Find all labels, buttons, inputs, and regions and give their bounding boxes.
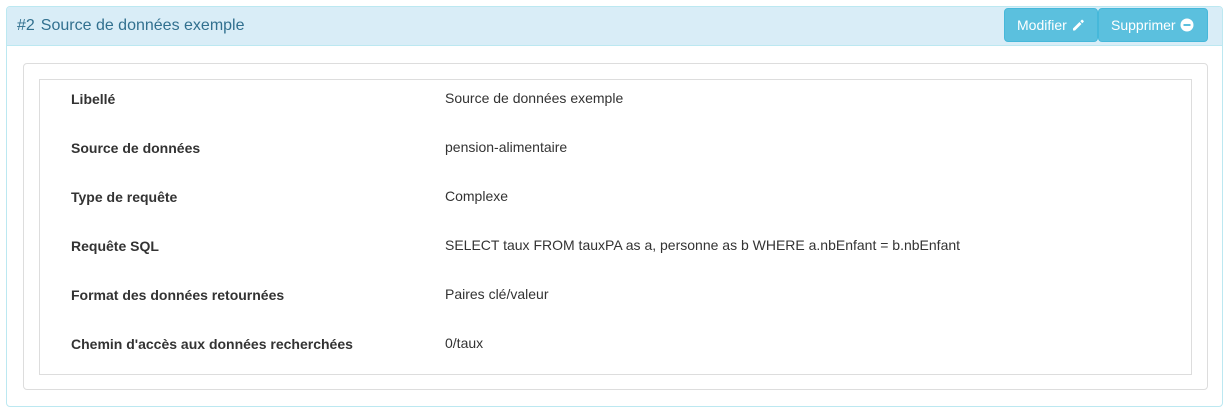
field-value: Paires clé/valeur bbox=[445, 286, 549, 302]
field-label: Libellé bbox=[71, 91, 116, 107]
delete-button[interactable]: Supprimer bbox=[1098, 8, 1208, 42]
field-label: Source de données bbox=[71, 140, 201, 156]
field-value: 0/taux bbox=[445, 335, 484, 351]
panel-body: Libellé Source de données exemple Source… bbox=[23, 63, 1208, 390]
pencil-icon bbox=[1071, 18, 1085, 32]
field-value: pension-alimentaire bbox=[445, 139, 568, 155]
field-label: Chemin d'accès aux données recherchées bbox=[71, 336, 353, 352]
detail-row-path: Chemin d'accès aux données recherchées 0… bbox=[40, 325, 1191, 374]
detail-row-source: Source de données pension-alimentaire bbox=[40, 129, 1191, 178]
datasource-title: Source de données exemple bbox=[40, 17, 245, 34]
panel-title: #2 Source de données exemple bbox=[17, 17, 245, 35]
field-label: Requête SQL bbox=[71, 238, 159, 254]
details-table: Libellé Source de données exemple Source… bbox=[39, 79, 1192, 375]
minus-circle-icon bbox=[1180, 18, 1194, 32]
detail-row-libelle: Libellé Source de données exemple bbox=[40, 80, 1191, 129]
edit-button-label: Modifier bbox=[1017, 17, 1067, 33]
field-value: SELECT taux FROM tauxPA as a, personne a… bbox=[445, 237, 961, 253]
detail-row-format: Format des données retournées Paires clé… bbox=[40, 276, 1191, 325]
datasource-number: #2 bbox=[17, 17, 35, 34]
field-label: Type de requête bbox=[71, 189, 178, 205]
panel-heading: #2 Source de données exemple Modifier Sup… bbox=[7, 7, 1222, 46]
datasource-panel: #2 Source de données exemple Modifier Sup… bbox=[6, 6, 1223, 407]
field-value: Source de données exemple bbox=[445, 90, 624, 106]
delete-button-label: Supprimer bbox=[1111, 17, 1176, 33]
detail-row-type: Type de requête Complexe bbox=[40, 178, 1191, 227]
detail-row-sql: Requête SQL SELECT taux FROM tauxPA as a… bbox=[40, 227, 1191, 276]
field-value: Complexe bbox=[445, 188, 509, 204]
edit-button[interactable]: Modifier bbox=[1004, 8, 1098, 42]
field-label: Format des données retournées bbox=[71, 287, 285, 303]
